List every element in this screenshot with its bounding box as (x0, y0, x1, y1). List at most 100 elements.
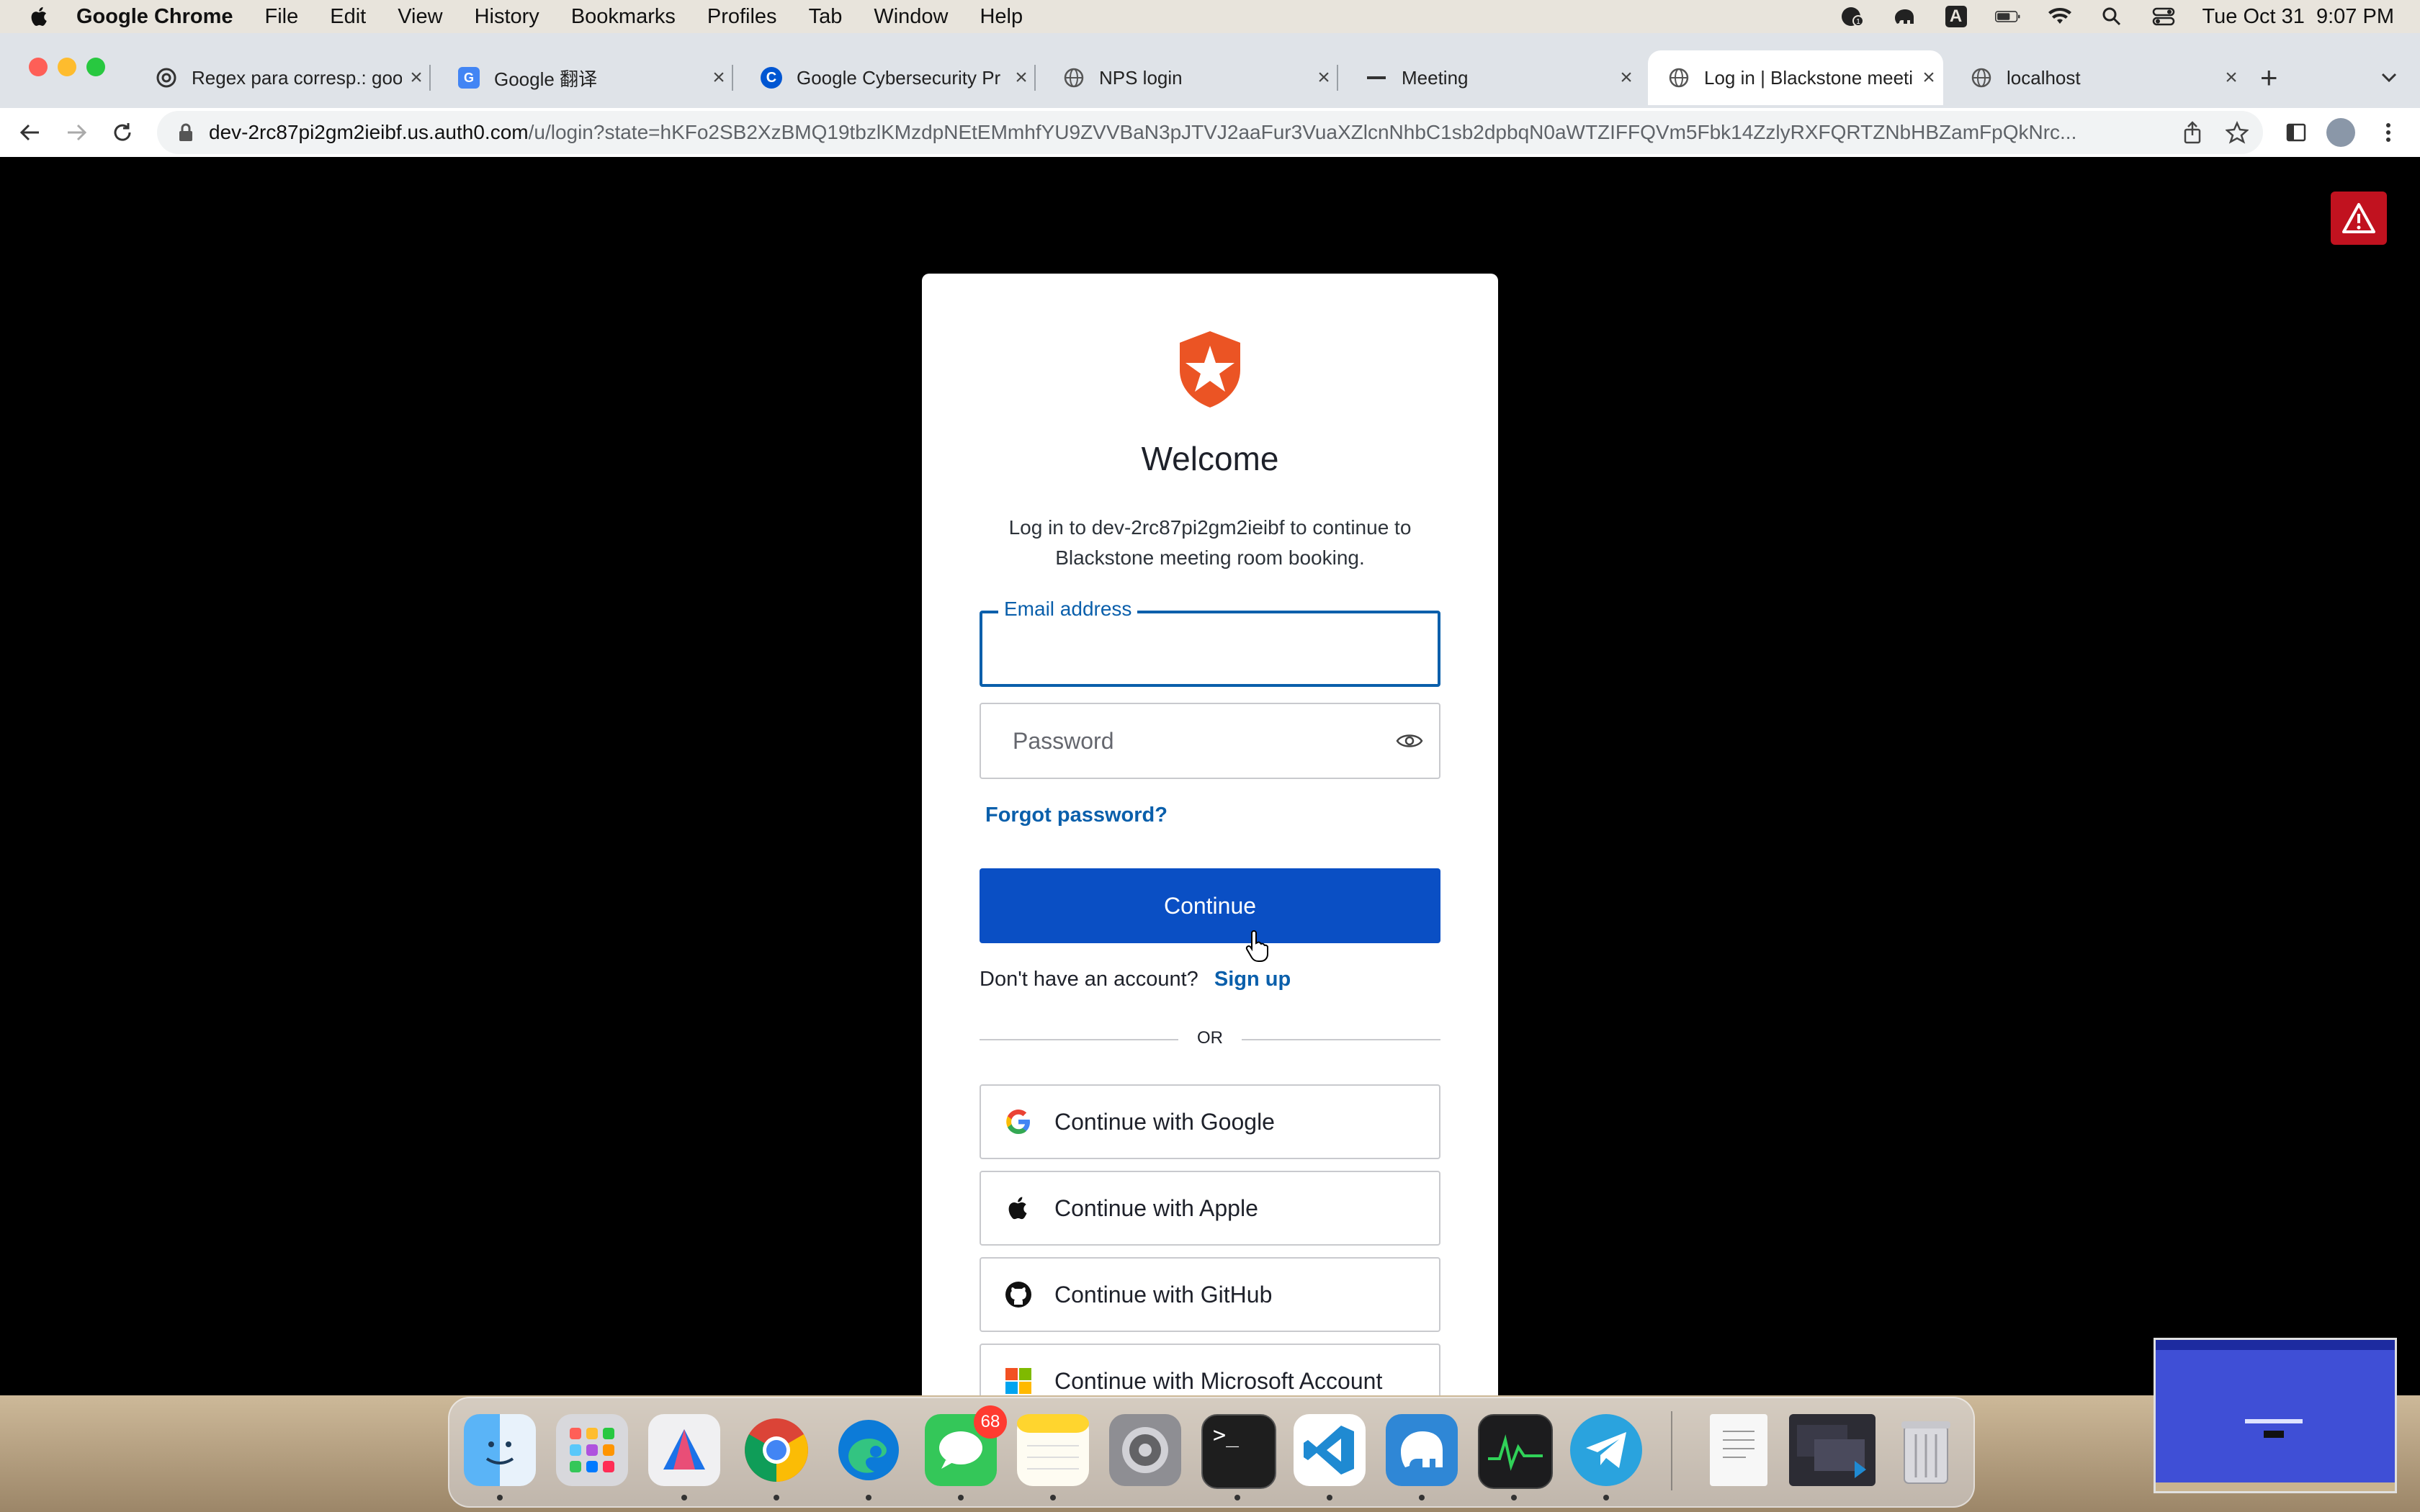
globe-icon (1971, 67, 1992, 89)
show-password-icon[interactable] (1396, 729, 1423, 753)
vscode-icon[interactable] (1294, 1414, 1366, 1486)
input-source-icon[interactable]: A (1943, 6, 1969, 27)
tableplus-icon[interactable] (1386, 1414, 1458, 1486)
running-indicator (958, 1495, 964, 1500)
system-settings-icon[interactable] (1109, 1414, 1181, 1486)
password-input[interactable] (981, 704, 1439, 778)
menu-app-name[interactable]: Google Chrome (76, 5, 233, 29)
menu-profiles[interactable]: Profiles (707, 5, 777, 29)
notes-icon[interactable] (1017, 1414, 1089, 1486)
tab-label: Log in | Blackstone meeti (1704, 66, 1914, 89)
close-tab-icon[interactable]: × (1007, 66, 1036, 90)
warning-triangle-icon (2342, 203, 2375, 233)
continue-with-microsoft-button[interactable]: Continue with Microsoft Account (980, 1344, 1440, 1395)
telegram-icon[interactable] (1570, 1414, 1642, 1486)
spotlight-search-icon[interactable] (2099, 6, 2125, 27)
launchpad-icon[interactable] (556, 1414, 628, 1486)
menubar-clock[interactable]: Tue Oct 31 9:07 PM (2202, 5, 2395, 29)
menu-bookmarks[interactable]: Bookmarks (571, 5, 676, 29)
tab-localhost[interactable]: localhost × (1950, 50, 2246, 105)
tab-nps-login[interactable]: NPS login × (1043, 50, 1338, 105)
tab-label: Google 翻译 (494, 68, 598, 90)
downloads-stack-icon[interactable] (1789, 1414, 1876, 1486)
menu-help[interactable]: Help (980, 5, 1023, 29)
documents-stack-icon[interactable] (1710, 1414, 1767, 1486)
back-arrow-icon[interactable] (16, 118, 45, 147)
continue-with-google-button[interactable]: Continue with Google (980, 1084, 1440, 1159)
side-panel-icon[interactable] (2282, 118, 2311, 147)
running-indicator (1511, 1495, 1517, 1500)
browser-window: Regex para corresp.: goo × G Google 翻译 ×… (0, 33, 2420, 157)
minimize-window-button[interactable] (58, 58, 76, 76)
status-app-icon[interactable]: 1 (1839, 6, 1865, 27)
share-icon[interactable] (2178, 118, 2207, 147)
page-title: Welcome (1141, 440, 1279, 477)
url-host: dev-2rc87pi2gm2ieibf.us.auth0.com (209, 121, 529, 143)
tab-search-chevron-icon[interactable] (2378, 66, 2400, 88)
trash-icon[interactable] (1890, 1414, 1962, 1486)
social-label: Continue with Apple (1054, 1194, 1258, 1221)
apple-menu-icon[interactable] (27, 4, 52, 29)
signup-row: Don't have an account? Sign up (980, 968, 1291, 991)
close-tab-icon[interactable]: × (1309, 66, 1338, 90)
continue-button[interactable]: Continue (980, 868, 1440, 943)
email-field[interactable]: Email address (980, 598, 1440, 687)
menu-view[interactable]: View (398, 5, 442, 29)
continue-with-apple-button[interactable]: Continue with Apple (980, 1171, 1440, 1246)
zoom-window-button[interactable] (86, 58, 105, 76)
menu-tab[interactable]: Tab (809, 5, 843, 29)
input-source-label: A (1945, 6, 1967, 27)
bookmark-star-icon[interactable] (2223, 118, 2251, 147)
close-window-button[interactable] (29, 58, 48, 76)
reload-icon[interactable] (108, 118, 137, 147)
email-input[interactable] (982, 613, 1438, 684)
kebab-menu-icon[interactable] (2374, 118, 2403, 147)
menu-edit[interactable]: Edit (330, 5, 366, 29)
menu-window[interactable]: Window (874, 5, 948, 29)
tab-google-translate[interactable]: G Google 翻译 × (438, 50, 733, 105)
running-indicator (866, 1495, 871, 1500)
affinity-designer-icon[interactable] (648, 1414, 720, 1486)
wifi-icon[interactable] (2047, 6, 2073, 27)
screenshot-thumbnail[interactable] (2154, 1338, 2397, 1493)
edge-icon[interactable] (833, 1414, 905, 1486)
finder-icon[interactable] (464, 1414, 536, 1486)
activity-monitor-icon[interactable] (1478, 1414, 1553, 1489)
profile-avatar[interactable] (2326, 118, 2355, 147)
chatgpt-icon (156, 67, 177, 89)
forward-arrow-icon[interactable] (62, 118, 91, 147)
control-center-icon[interactable] (2151, 6, 2177, 27)
tab-regex[interactable]: Regex para corresp.: goo × (135, 50, 431, 105)
password-field[interactable] (980, 703, 1440, 779)
terminal-icon[interactable]: >_ (1201, 1414, 1276, 1489)
github-icon (1005, 1282, 1031, 1308)
forgot-password-link[interactable]: Forgot password? (985, 804, 1168, 827)
tab-coursera[interactable]: C Google Cybersecurity Pr × (740, 50, 1036, 105)
close-tab-icon[interactable]: × (1914, 66, 1943, 90)
tab-blackstone-login[interactable]: Log in | Blackstone meeti × (1648, 50, 1943, 105)
close-tab-icon[interactable]: × (704, 66, 733, 90)
elephant-status-icon[interactable] (1891, 6, 1917, 27)
address-bar[interactable]: dev-2rc87pi2gm2ieibf.us.auth0.com /u/log… (157, 111, 2263, 154)
close-tab-icon[interactable]: × (2217, 66, 2246, 90)
continue-with-github-button[interactable]: Continue with GitHub (980, 1257, 1440, 1332)
close-tab-icon[interactable]: × (1612, 66, 1641, 90)
tab-meeting[interactable]: Meeting × (1345, 50, 1641, 105)
site-info-icon[interactable] (176, 122, 196, 143)
sign-up-link[interactable]: Sign up (1214, 968, 1291, 991)
url-path: /u/login?state=hKFo2SB2XzBMQ19tbzlKMzdpN… (528, 121, 2077, 143)
macos-menubar: Google Chrome File Edit View History Boo… (0, 0, 2420, 33)
globe-icon (1668, 67, 1690, 89)
running-indicator (1234, 1495, 1240, 1500)
menu-file[interactable]: File (265, 5, 299, 29)
warning-button[interactable] (2331, 192, 2387, 245)
battery-icon[interactable] (1994, 6, 2021, 27)
running-indicator (1603, 1495, 1609, 1500)
close-tab-icon[interactable]: × (402, 66, 431, 90)
menu-history[interactable]: History (475, 5, 539, 29)
google-translate-icon: G (458, 67, 480, 89)
login-card: Welcome Log in to dev-2rc87pi2gm2ieibf t… (922, 274, 1498, 1395)
tab-label: NPS login (1099, 66, 1183, 89)
chrome-icon[interactable] (740, 1414, 812, 1486)
new-tab-icon[interactable]: + (2260, 63, 2278, 93)
